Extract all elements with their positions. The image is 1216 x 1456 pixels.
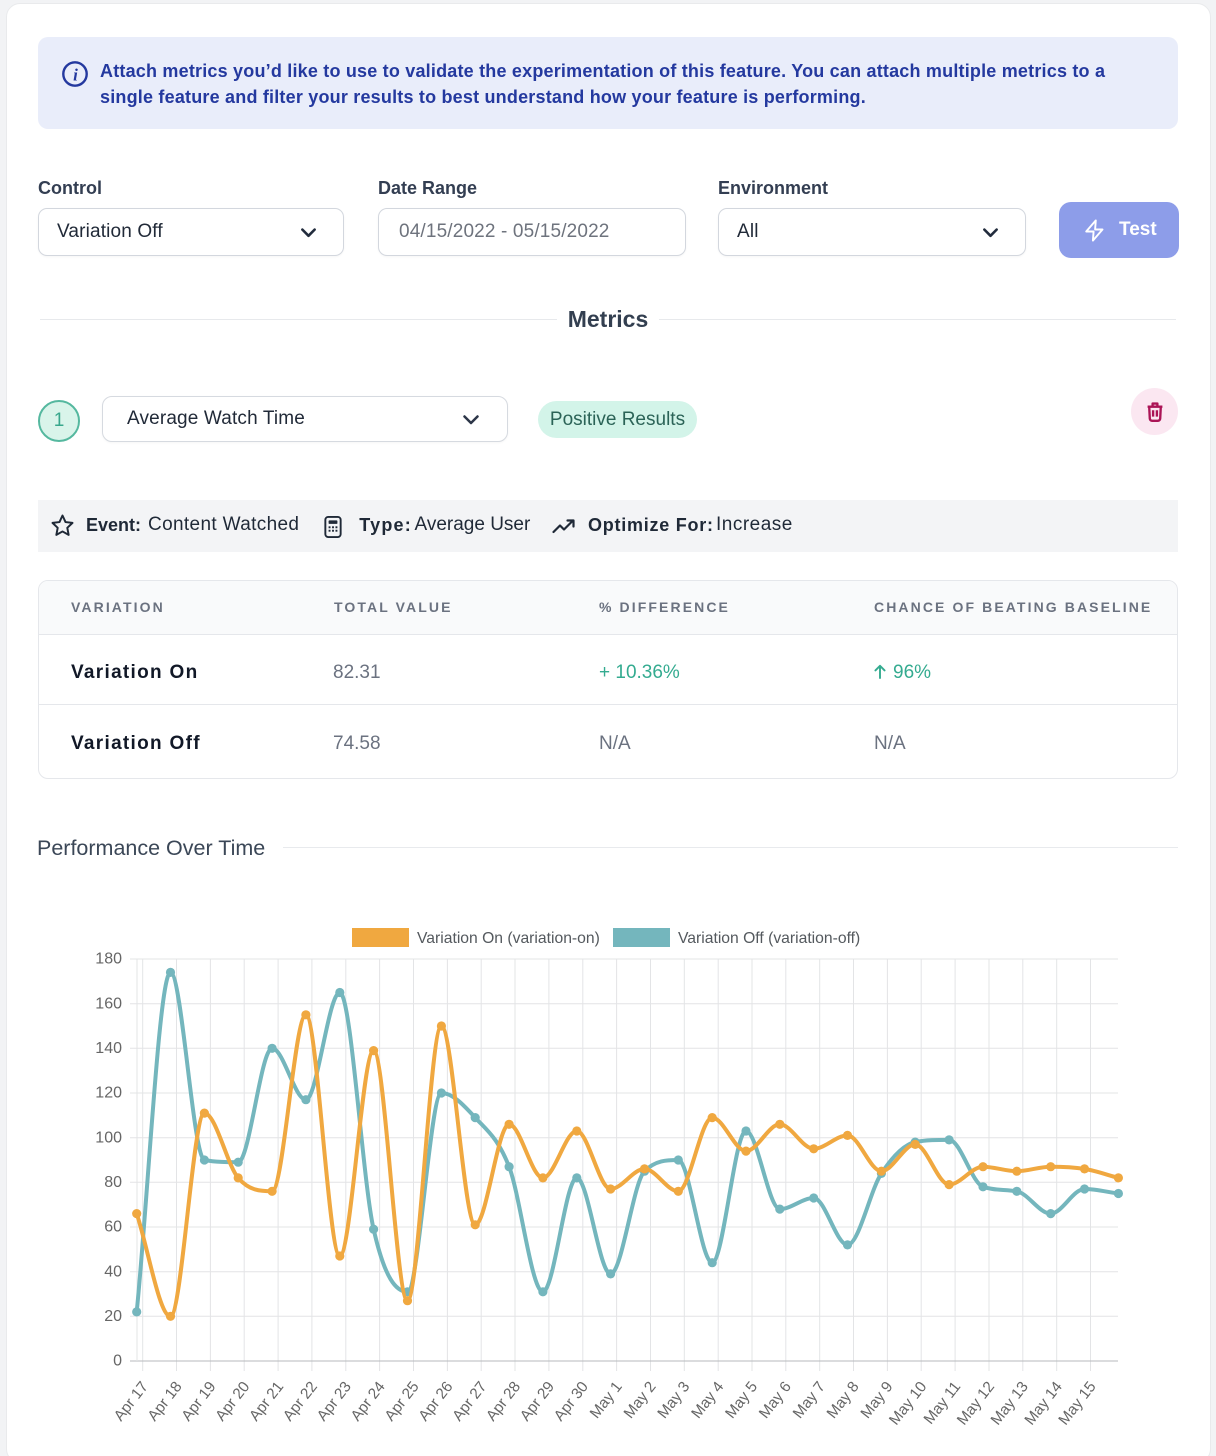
svg-text:Apr 23: Apr 23: [314, 1378, 355, 1424]
svg-text:May 5: May 5: [722, 1378, 761, 1421]
svg-text:Apr 22: Apr 22: [280, 1378, 321, 1424]
svg-text:May 4: May 4: [688, 1378, 727, 1422]
svg-text:May 3: May 3: [654, 1378, 693, 1421]
svg-text:Apr 17: Apr 17: [111, 1378, 152, 1424]
svg-text:Apr 18: Apr 18: [145, 1378, 186, 1424]
svg-text:Apr 29: Apr 29: [517, 1378, 558, 1424]
svg-text:May 6: May 6: [756, 1378, 795, 1421]
svg-text:May 7: May 7: [790, 1378, 829, 1421]
svg-text:40: 40: [104, 1263, 122, 1280]
svg-text:160: 160: [95, 995, 122, 1012]
svg-text:May 8: May 8: [824, 1378, 863, 1421]
svg-text:May 1: May 1: [587, 1378, 626, 1421]
svg-text:Apr 26: Apr 26: [415, 1378, 456, 1424]
svg-text:Apr 27: Apr 27: [449, 1378, 490, 1424]
svg-text:Variation Off (variation-off): Variation Off (variation-off): [678, 930, 860, 947]
svg-text:80: 80: [104, 1174, 122, 1191]
svg-text:Apr 20: Apr 20: [212, 1378, 253, 1424]
svg-text:Apr 19: Apr 19: [178, 1378, 219, 1424]
svg-text:i: i: [73, 66, 78, 85]
svg-text:May 2: May 2: [621, 1378, 660, 1421]
svg-text:20: 20: [104, 1308, 122, 1325]
svg-text:0: 0: [113, 1353, 122, 1370]
svg-text:Apr 24: Apr 24: [348, 1378, 389, 1424]
svg-text:Apr 28: Apr 28: [483, 1378, 524, 1424]
svg-text:Apr 21: Apr 21: [246, 1378, 287, 1424]
svg-text:Apr 30: Apr 30: [551, 1378, 592, 1424]
svg-text:Variation On (variation-on): Variation On (variation-on): [417, 930, 600, 947]
svg-text:180: 180: [95, 951, 122, 968]
svg-text:140: 140: [95, 1040, 122, 1057]
svg-text:120: 120: [95, 1085, 122, 1102]
svg-text:Apr 25: Apr 25: [382, 1378, 423, 1424]
svg-text:100: 100: [95, 1129, 122, 1146]
svg-text:60: 60: [104, 1219, 122, 1236]
